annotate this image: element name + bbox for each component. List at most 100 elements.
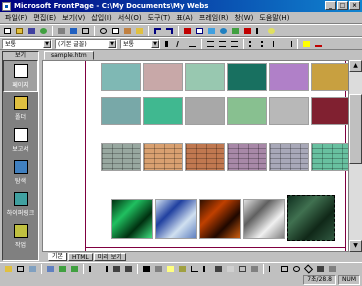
scroll-up-button[interactable]: ▲ <box>349 60 362 72</box>
polygonal-hotspot-icon[interactable] <box>303 263 314 274</box>
style-select[interactable]: 보통 ▼ <box>2 38 52 49</box>
menu-tools[interactable]: 도구(T) <box>145 13 174 23</box>
texture-tile[interactable] <box>311 63 348 91</box>
send-backward-icon[interactable] <box>69 264 80 274</box>
increase-indent-icon[interactable] <box>283 39 294 49</box>
insert-picture-from-file-icon[interactable] <box>3 264 14 274</box>
auto-thumbnail-icon[interactable] <box>27 264 38 274</box>
maximize-button[interactable]: □ <box>337 1 348 10</box>
texture-tile[interactable] <box>269 97 309 125</box>
menu-edit[interactable]: 편집(E) <box>30 13 59 23</box>
more-contrast-icon[interactable] <box>141 264 152 274</box>
texture-tile[interactable] <box>185 97 225 125</box>
texture-tile[interactable] <box>143 97 183 125</box>
view-hyperlinks[interactable]: 하이퍼링크 <box>3 188 38 220</box>
save-icon[interactable] <box>26 26 37 36</box>
menu-frames[interactable]: 프레임(R) <box>196 13 232 23</box>
close-button[interactable]: × <box>349 1 360 10</box>
vertical-scrollbar[interactable]: ▲ ▼ <box>349 60 362 252</box>
show-all-icon[interactable] <box>254 26 265 36</box>
texture-tile[interactable] <box>269 143 309 171</box>
minimize-button[interactable]: _ <box>325 1 336 10</box>
help-icon[interactable] <box>266 26 277 36</box>
bring-forward-icon[interactable] <box>57 264 68 274</box>
underline-icon[interactable] <box>187 39 198 49</box>
texture-tile[interactable] <box>311 97 348 125</box>
bold-icon[interactable] <box>163 39 174 49</box>
hyperlink-icon[interactable] <box>218 26 229 36</box>
refresh-icon[interactable] <box>230 26 241 36</box>
web-component-icon[interactable] <box>182 26 193 36</box>
texture-tile[interactable] <box>101 63 141 91</box>
stop-icon[interactable] <box>242 26 253 36</box>
resample-icon[interactable] <box>249 264 260 274</box>
view-folders[interactable]: 폴더 <box>3 92 38 124</box>
texture-tile[interactable] <box>101 143 141 171</box>
align-center-icon[interactable] <box>217 39 228 49</box>
texture-tile[interactable] <box>227 143 267 171</box>
set-transparent-color-icon[interactable] <box>201 264 212 274</box>
highlight-color-icon[interactable] <box>301 39 312 49</box>
less-contrast-icon[interactable] <box>153 264 164 274</box>
texture-tile[interactable] <box>185 143 225 171</box>
menu-window[interactable]: 창(W) <box>232 13 257 23</box>
crop-icon[interactable] <box>189 264 200 274</box>
copy-icon[interactable] <box>110 26 121 36</box>
tab-preview[interactable]: 미리 보기 <box>93 253 126 261</box>
publish-web-icon[interactable] <box>38 26 49 36</box>
texture-tile[interactable] <box>101 97 141 125</box>
view-page[interactable]: 페이지 <box>3 60 38 92</box>
align-right-icon[interactable] <box>229 39 240 49</box>
print-icon[interactable] <box>56 26 67 36</box>
wash-out-icon[interactable] <box>225 264 236 274</box>
flip-vertical-icon[interactable] <box>123 264 134 274</box>
menu-file[interactable]: 파일(F) <box>2 13 30 23</box>
size-select[interactable]: 보통 ▼ <box>120 38 160 49</box>
texture-tile[interactable] <box>227 97 267 125</box>
menu-format[interactable]: 서식(O) <box>115 13 145 23</box>
tab-normal[interactable]: 기본 <box>48 253 68 261</box>
spelling-icon[interactable] <box>80 26 91 36</box>
texture-tile[interactable] <box>143 143 183 171</box>
texture-tile[interactable] <box>227 63 267 91</box>
texture-tile[interactable] <box>155 199 197 239</box>
rotate-left-icon[interactable] <box>87 264 98 274</box>
tab-html[interactable]: HTML <box>68 253 93 261</box>
open-folder-icon[interactable] <box>14 26 25 36</box>
insert-picture-icon[interactable] <box>206 26 217 36</box>
bullets-icon[interactable] <box>259 39 270 49</box>
editing-page[interactable] <box>42 60 349 252</box>
format-painter-icon[interactable] <box>134 26 145 36</box>
black-and-white-icon[interactable] <box>213 264 224 274</box>
text-icon[interactable] <box>15 264 26 274</box>
cut-icon[interactable] <box>98 26 109 36</box>
circular-hotspot-icon[interactable] <box>291 264 302 274</box>
view-navigation[interactable]: 탐색 <box>3 156 38 188</box>
numbering-icon[interactable] <box>247 39 258 49</box>
rectangular-hotspot-icon[interactable] <box>279 264 290 274</box>
menu-help[interactable]: 도움말(H) <box>256 13 292 23</box>
select-pointer-icon[interactable] <box>267 264 278 274</box>
font-color-icon[interactable] <box>313 39 324 49</box>
italic-icon[interactable] <box>175 39 186 49</box>
texture-tile[interactable] <box>269 63 309 91</box>
menu-table[interactable]: 표(A) <box>173 13 196 23</box>
highlight-hotspots-icon[interactable] <box>315 264 326 274</box>
texture-tile[interactable] <box>243 199 285 239</box>
undo-icon[interactable] <box>152 26 163 36</box>
new-page-icon[interactable] <box>2 26 13 36</box>
bevel-icon[interactable] <box>237 264 248 274</box>
menu-insert[interactable]: 삽입(I) <box>88 13 114 23</box>
flip-horizontal-icon[interactable] <box>111 264 122 274</box>
less-brightness-icon[interactable] <box>177 264 188 274</box>
redo-icon[interactable] <box>164 26 175 36</box>
rotate-right-icon[interactable] <box>99 264 110 274</box>
texture-tile[interactable] <box>143 63 183 91</box>
decrease-indent-icon[interactable] <box>271 39 282 49</box>
texture-tile-selected[interactable] <box>287 195 335 241</box>
scroll-down-button[interactable]: ▼ <box>349 240 362 252</box>
position-absolute-icon[interactable] <box>45 264 56 274</box>
paste-icon[interactable] <box>122 26 133 36</box>
texture-tile[interactable] <box>199 199 241 239</box>
insert-table-icon[interactable] <box>194 26 205 36</box>
